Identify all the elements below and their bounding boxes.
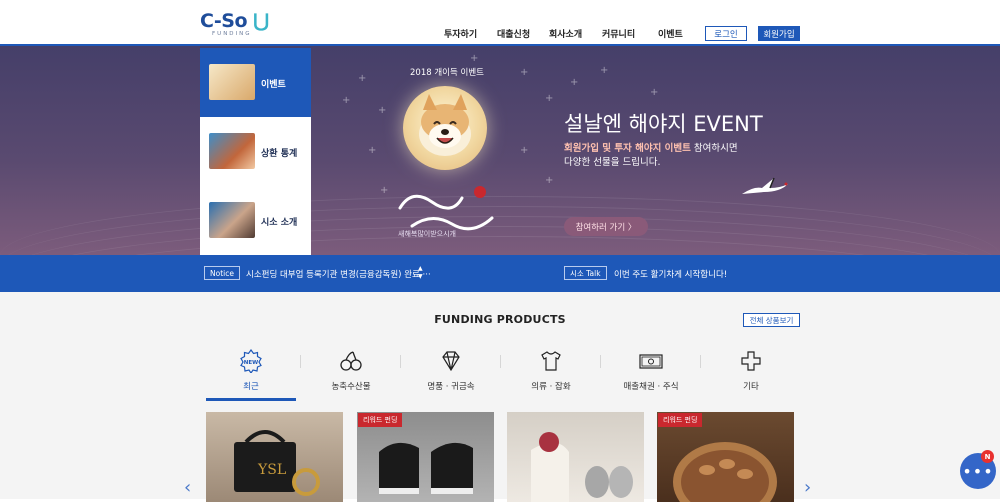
sparkle-icon: + [520,67,529,78]
plus-icon [741,351,761,371]
carousel-next-icon[interactable]: › [804,477,811,498]
category-tab-receivables[interactable]: 매출채권 · 주식 [601,349,701,401]
view-all-products-button[interactable]: 전체 상품보기 [743,313,800,327]
reward-funding-badge: 리워드 펀딩 [658,413,703,427]
dog-moon-illustration [403,86,487,170]
sparkle-icon: + [650,87,659,98]
couple-thumbnail [209,202,255,238]
logo-smile-mark: ⋃ [247,10,269,32]
nav-community[interactable]: 커뮤니티 [602,27,635,40]
more-dots-icon: ••• [962,461,994,481]
new-notification-badge: N [981,450,994,463]
category-tab-other[interactable]: 기타 [701,349,801,401]
funding-products-section: FUNDING PRODUCTS 전체 상품보기 NEW 최근 농축수산물 명품… [0,292,1000,502]
new-badge-icon: NEW [240,349,262,373]
sparkle-icon: + [380,185,389,196]
hero-desc-highlight: 회원가입 및 투자 해야지 이벤트 [564,143,691,154]
arrow-down-icon[interactable]: ▼ [418,273,423,281]
svg-text:YSL: YSL [257,462,286,478]
signup-button[interactable]: 회원가입 [758,26,800,41]
side-item-stats[interactable]: 상환 통계 [200,117,311,186]
event-arc-text: 2018 개이득 이벤트 [410,68,484,78]
hero-desc-rest: 참여하시면 [690,143,738,154]
side-item-label: 상환 통계 [261,149,298,159]
product-card-almonds[interactable]: 리워드 펀딩 [657,412,794,502]
hero-title: 설날엔 해야지 EVENT [564,112,763,136]
notice-tag: Notice [204,266,240,280]
product-card-apparel[interactable] [507,412,644,502]
product-card-bag[interactable]: YSL [206,412,343,502]
talk-tag: 시소 Talk [564,266,607,280]
site-header: C-So ⋃ FUNDING 투자하기 대출신청 회사소개 커뮤니티 이벤트 로… [0,0,1000,46]
sparkle-icon: + [520,145,529,156]
nav-event[interactable]: 이벤트 [658,27,683,40]
reward-funding-badge: 리워드 펀딩 [358,413,403,427]
sparkle-icon: + [545,93,554,104]
apparel-image [531,432,633,502]
logo-subtitle: FUNDING [212,31,252,37]
side-item-label: 이벤트 [261,80,286,90]
cherries-icon [340,351,362,371]
dog-thumbnail [209,64,255,100]
side-item-label: 시소 소개 [261,218,298,228]
talk-text[interactable]: 이번 주도 활기차게 시작합니다! [614,268,727,280]
nav-invest[interactable]: 투자하기 [444,27,477,40]
hero-description: 회원가입 및 투자 해야지 이벤트 참여하시면 다양한 선물을 드립니다. [564,142,738,170]
side-item-about[interactable]: 시소 소개 [200,186,311,255]
banner-side-menu: 이벤트 상환 통계 시소 소개 [200,48,311,255]
sparkle-icon: + [570,77,579,88]
banknote-icon [639,354,663,369]
sparkle-icon: + [600,65,609,76]
notice-text[interactable]: 시소펀딩 대부업 등록기관 변경(금융감독원) 완료 ··· [246,268,431,280]
arrow-up-icon[interactable]: ▲ [418,265,423,273]
side-item-event[interactable]: 이벤트 [200,48,311,117]
category-label: 농축수산물 [331,382,371,392]
sparkle-icon: + [342,95,351,106]
category-label: 의류 · 잡화 [531,382,571,392]
crane-icon [742,177,788,194]
nav-loan[interactable]: 대출신청 [497,27,530,40]
product-card-sneakers[interactable]: 리워드 펀딩 [357,412,494,502]
hero-desc-line2: 다양한 선물을 드립니다. [564,157,661,168]
category-label: 최근 [243,382,259,392]
woman-thumbnail [209,133,255,169]
tshirt-icon [541,351,561,371]
login-button[interactable]: 로그인 [705,26,747,41]
category-tab-agriculture[interactable]: 농축수산물 [301,349,401,401]
logo-text: C-So [200,10,248,32]
category-tab-apparel[interactable]: 의류 · 잡화 [501,349,601,401]
diamond-icon [442,351,460,372]
category-label: 기타 [743,382,759,392]
join-event-button[interactable]: 참여하러 가기 〉 [564,217,648,236]
carousel-prev-icon[interactable]: ‹ [184,477,191,498]
category-label: 매출채권 · 주식 [623,382,679,392]
active-tab-underline [206,398,296,401]
sparkle-icon: + [368,145,377,156]
svg-text:NEW: NEW [244,360,258,366]
brand-logo[interactable]: C-So ⋃ FUNDING [200,10,269,37]
new-year-calligraphy: 새해복많이받으시개 [398,186,494,238]
sparkle-icon: + [545,175,554,186]
section-title: FUNDING PRODUCTS [434,313,566,326]
notice-scroll-arrows[interactable]: ▲ ▼ [418,265,423,281]
sparkle-icon: + [378,105,387,116]
category-tab-recent[interactable]: NEW 최근 [201,349,301,401]
notice-bar: Notice 시소펀딩 대부업 등록기관 변경(금융감독원) 완료 ··· ▲ … [0,255,1000,292]
dog-face-icon [419,94,471,156]
sparkle-icon: + [470,53,479,64]
sparkle-icon: + [358,73,367,84]
category-label: 명품 · 귀금속 [427,382,475,392]
handbag-image: YSL [234,430,320,496]
category-tab-luxury[interactable]: 명품 · 귀금속 [401,349,501,401]
calligraphy-text: 새해복많이받으시개 [398,229,456,238]
nav-about[interactable]: 회사소개 [549,27,582,40]
